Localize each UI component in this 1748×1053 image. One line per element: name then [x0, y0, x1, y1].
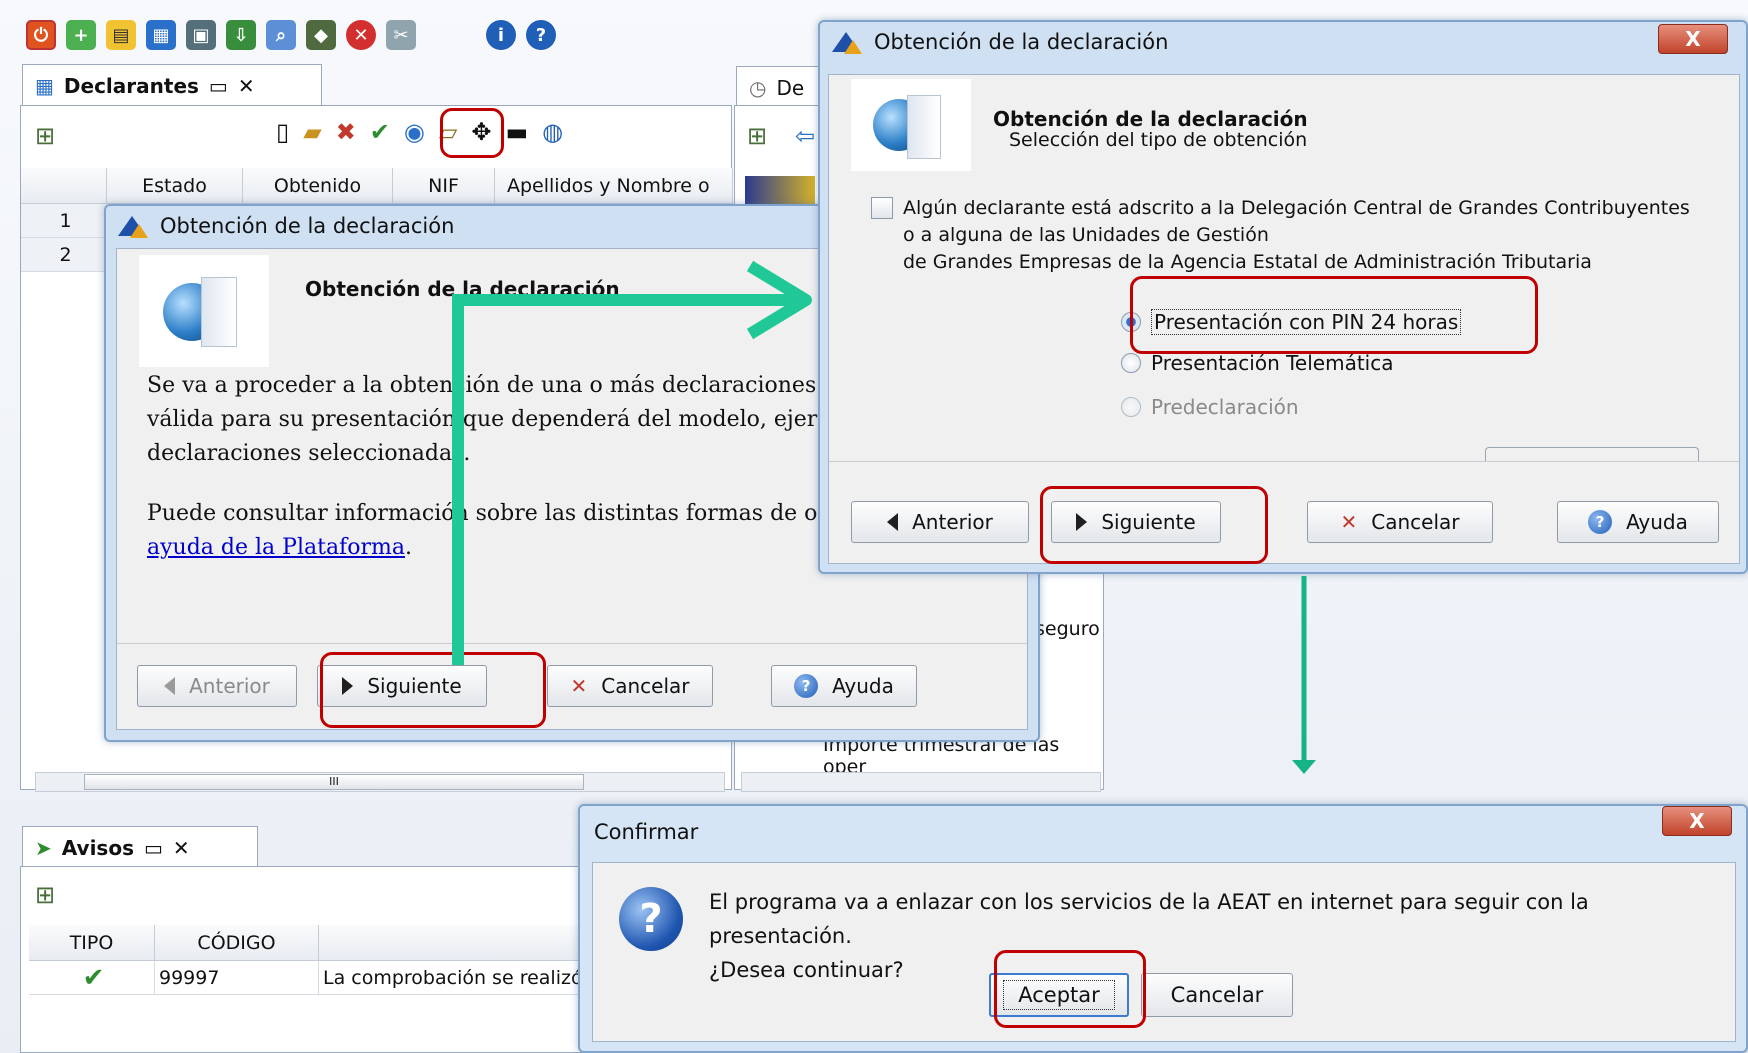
arrow-to-dialog2	[452, 260, 812, 665]
arrow-to-confirm	[1292, 576, 1316, 774]
flow-arrows	[452, 260, 1316, 774]
